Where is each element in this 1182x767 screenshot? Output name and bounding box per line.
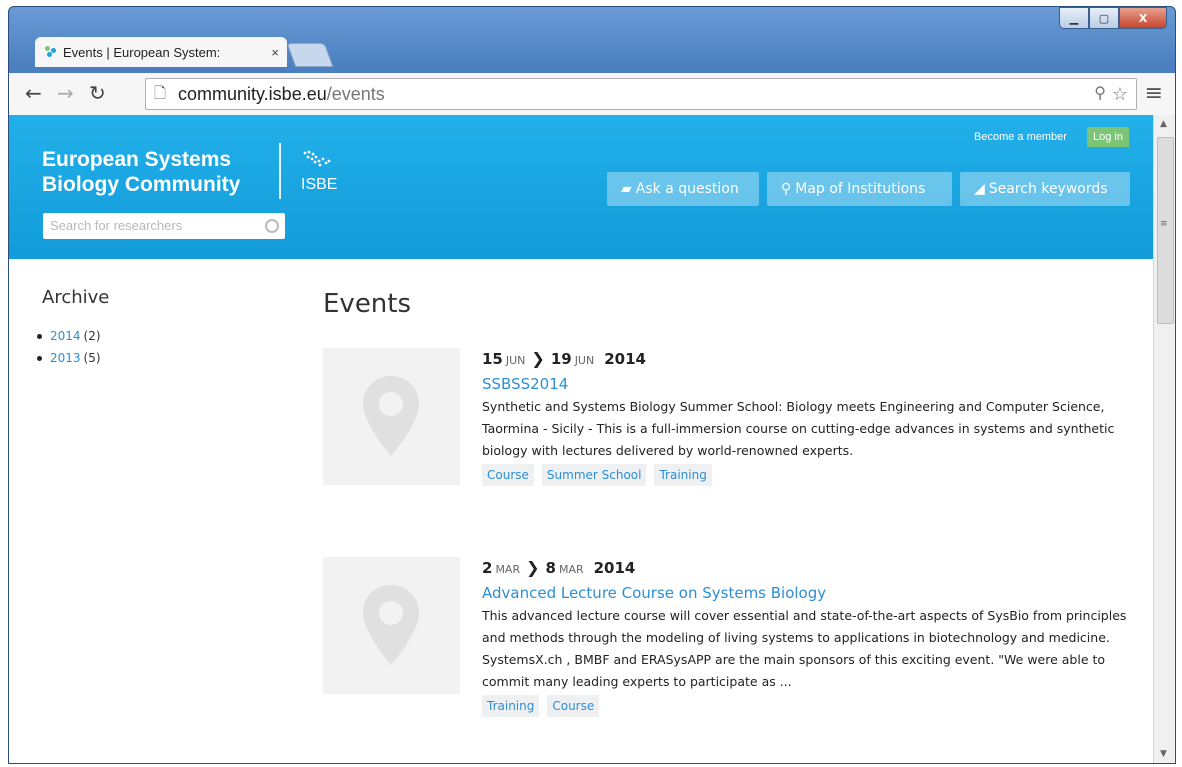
isbe-dots-icon bbox=[303, 150, 331, 167]
minimize-button[interactable]: ▁ bbox=[1059, 7, 1089, 29]
chrome-menu-icon[interactable]: ≡ bbox=[1145, 81, 1163, 106]
event-item: 15 JUN ❯ 19 JUN 2014 SSBSS2014 Synthetic and … bbox=[323, 348, 1143, 518]
event-title-link[interactable]: SSBSS2014 bbox=[482, 373, 1142, 395]
event-year: 2014 bbox=[593, 559, 636, 577]
site-header: European Systems Biology Community ISBE … bbox=[9, 115, 1153, 259]
browser-tab-events[interactable]: Events | European System: × bbox=[35, 37, 287, 67]
window-controls: ▁ ▢ X bbox=[1059, 7, 1167, 29]
site-logo[interactable]: European Systems Biology Community bbox=[42, 147, 240, 197]
archive-heading: Archive bbox=[42, 287, 110, 308]
event-tags: Course Summer School Training bbox=[482, 464, 1142, 486]
ask-question-label: Ask a question bbox=[635, 181, 739, 197]
tag-training[interactable]: Training bbox=[482, 695, 540, 717]
event-tags: Training Course bbox=[482, 695, 1142, 717]
event-end-month: JUN bbox=[574, 354, 595, 367]
back-arrow-icon[interactable]: ← bbox=[25, 83, 42, 103]
url-path: /events bbox=[326, 84, 385, 104]
event-start-month: MAR bbox=[495, 563, 521, 576]
isbe-logo[interactable]: ISBE bbox=[301, 149, 341, 194]
archive-link-2014[interactable]: 2014 bbox=[50, 329, 81, 343]
date-arrow-icon: ❯ bbox=[526, 558, 540, 577]
bullet-icon bbox=[37, 355, 42, 361]
page-icon: 🗋 bbox=[154, 85, 167, 102]
browser-toolbar: ← → ↻ 🗋 community.isbe.eu/events ⚲ ☆ ≡ bbox=[9, 73, 1175, 116]
event-start-day: 15 bbox=[482, 350, 503, 368]
logo-divider bbox=[279, 143, 281, 199]
ask-question-button[interactable]: ▰ Ask a question bbox=[607, 172, 759, 206]
address-bar[interactable]: 🗋 community.isbe.eu/events ⚲ ☆ bbox=[145, 78, 1137, 110]
isbe-logo-text: ISBE bbox=[301, 176, 338, 193]
map-pin-icon bbox=[363, 376, 419, 456]
vertical-scrollbar[interactable]: ▲ ≡ ▼ bbox=[1153, 115, 1175, 763]
tag-course[interactable]: Course bbox=[482, 464, 534, 486]
archive-list: 2014 (2) 2013 (5) bbox=[37, 325, 101, 369]
forward-arrow-icon[interactable]: → bbox=[57, 83, 74, 103]
title-bar: ▁ ▢ X Events | European System: × bbox=[9, 7, 1175, 73]
scroll-grip-icon: ≡ bbox=[1160, 219, 1168, 229]
page-title: Events bbox=[323, 289, 412, 319]
reload-icon[interactable]: ↻ bbox=[89, 83, 106, 103]
archive-item-2013: 2013 (5) bbox=[37, 347, 101, 369]
login-button[interactable]: Log in bbox=[1087, 127, 1129, 147]
archive-link-2013[interactable]: 2013 bbox=[50, 351, 81, 365]
archive-count-2013: (5) bbox=[83, 351, 101, 365]
tag-course[interactable]: Course bbox=[547, 695, 600, 717]
close-button[interactable]: X bbox=[1119, 7, 1167, 29]
scrollbar-thumb[interactable] bbox=[1157, 137, 1174, 324]
tag-icon: ◢ bbox=[974, 181, 985, 197]
search-icon[interactable] bbox=[265, 219, 279, 233]
scroll-down-icon[interactable]: ▼ bbox=[1160, 749, 1167, 759]
event-date: 15 JUN ❯ 19 JUN 2014 bbox=[482, 348, 1142, 370]
event-year: 2014 bbox=[604, 350, 646, 368]
tag-training[interactable]: Training bbox=[654, 464, 712, 486]
browser-window: ▁ ▢ X Events | European System: × ← → ↻ … bbox=[8, 6, 1176, 764]
event-end-month: MAR bbox=[558, 563, 584, 576]
tab-close-icon[interactable]: × bbox=[271, 45, 279, 60]
url-host: community.isbe.eu bbox=[178, 84, 327, 104]
zoom-icon[interactable]: ⚲ bbox=[1094, 79, 1106, 109]
event-end-day: 8 bbox=[545, 559, 556, 577]
event-body: 2 MAR ❯ 8 MAR 2014 Advanced Lecture Course on… bbox=[482, 557, 1142, 717]
become-member-link[interactable]: Become a member bbox=[974, 131, 1067, 143]
url-text: community.isbe.eu/events bbox=[178, 79, 385, 109]
archive-count-2014: (2) bbox=[83, 329, 101, 343]
logo-line-1: European Systems bbox=[42, 148, 232, 171]
event-start-day: 2 bbox=[482, 559, 493, 577]
new-tab-button[interactable] bbox=[286, 43, 334, 67]
researcher-search-input[interactable]: Search for researchers bbox=[43, 213, 285, 239]
event-title-link[interactable]: Advanced Lecture Course on Systems Biolo… bbox=[482, 582, 1142, 604]
event-thumbnail[interactable] bbox=[323, 557, 460, 694]
favicon-icon bbox=[45, 46, 57, 58]
maximize-button[interactable]: ▢ bbox=[1089, 7, 1119, 29]
bullet-icon bbox=[37, 333, 42, 339]
map-institutions-button[interactable]: ⚲ Map of Institutions bbox=[767, 172, 952, 206]
event-end-day: 19 bbox=[550, 350, 572, 368]
bookmark-star-icon[interactable]: ☆ bbox=[1112, 79, 1128, 109]
archive-item-2014: 2014 (2) bbox=[37, 325, 101, 347]
event-description: This advanced lecture course will cover … bbox=[482, 608, 1127, 689]
tab-title: Events | European System: bbox=[63, 44, 221, 60]
event-start-month: JUN bbox=[505, 354, 526, 367]
tag-summer-school[interactable]: Summer School bbox=[541, 464, 647, 486]
map-pin-icon bbox=[363, 585, 419, 665]
page-viewport: European Systems Biology Community ISBE … bbox=[9, 115, 1153, 763]
event-item: 2 MAR ❯ 8 MAR 2014 Advanced Lecture Course on… bbox=[323, 557, 1143, 757]
search-keywords-label: Search keywords bbox=[988, 181, 1108, 197]
event-body: 15 JUN ❯ 19 JUN 2014 SSBSS2014 Synthetic and … bbox=[482, 348, 1142, 486]
event-date: 2 MAR ❯ 8 MAR 2014 bbox=[482, 557, 1142, 579]
map-institutions-label: Map of Institutions bbox=[795, 181, 926, 197]
search-keywords-button[interactable]: ◢ Search keywords bbox=[960, 172, 1130, 206]
date-arrow-icon: ❯ bbox=[531, 349, 545, 368]
chat-icon: ▰ bbox=[621, 181, 632, 197]
event-thumbnail[interactable] bbox=[323, 348, 460, 485]
search-placeholder: Search for researchers bbox=[50, 218, 183, 233]
map-pin-icon: ⚲ bbox=[781, 181, 792, 197]
logo-line-2: Biology Community bbox=[42, 173, 241, 196]
event-description: Synthetic and Systems Biology Summer Sch… bbox=[482, 399, 1115, 458]
scroll-up-icon[interactable]: ▲ bbox=[1160, 119, 1167, 129]
